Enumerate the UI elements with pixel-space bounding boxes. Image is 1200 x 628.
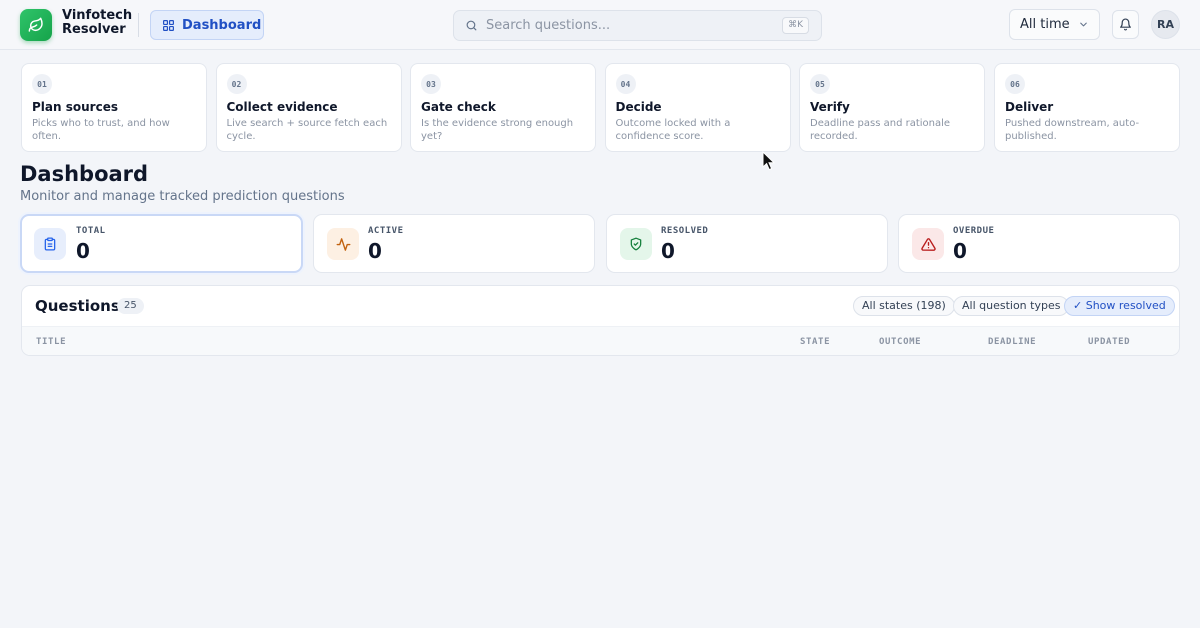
step-card-decide: 04 Decide Outcome locked with a confiden… — [604, 63, 791, 152]
stat-label: OVERDUE — [953, 226, 995, 236]
leaf-icon — [28, 17, 43, 32]
activity-icon — [336, 237, 350, 251]
step-number: 05 — [810, 74, 830, 94]
step-number: 03 — [421, 74, 441, 94]
header-divider — [138, 13, 139, 37]
questions-table-header: TITLE STATE OUTCOME DEADLINE UPDATED — [22, 326, 1179, 355]
stat-label: ACTIVE — [368, 226, 404, 236]
top-bar: Vinfotech Resolver Dashboard ⌘K All time… — [0, 0, 1200, 50]
step-description: Picks who to trust, and how often. — [32, 118, 170, 142]
search-icon — [466, 20, 477, 31]
questions-title: Questions — [35, 297, 120, 315]
step-title: Deliver — [1005, 100, 1054, 114]
filter-question-types[interactable]: All question types — [953, 296, 1070, 316]
stat-card-resolved[interactable]: RESOLVED 0 — [606, 214, 888, 273]
step-title: Verify — [810, 100, 850, 114]
questions-panel: Questions 25 All states (198) All questi… — [21, 285, 1180, 356]
app-name-line1: Vinfotech — [62, 8, 133, 23]
stat-icon-tile — [620, 228, 652, 260]
column-header-state[interactable]: STATE — [800, 337, 830, 347]
user-avatar[interactable]: RA — [1151, 10, 1180, 39]
time-range-select[interactable]: All time — [1009, 9, 1100, 40]
alert-triangle-icon — [920, 237, 936, 251]
column-header-title[interactable]: TITLE — [36, 337, 66, 347]
step-number: 04 — [615, 74, 636, 94]
stat-icon-tile — [327, 228, 359, 260]
nav-dashboard-button[interactable]: Dashboard — [150, 10, 264, 40]
stat-label: RESOLVED — [661, 226, 709, 236]
stat-icon-tile — [34, 228, 66, 260]
page-subtitle: Monitor and manage tracked prediction qu… — [20, 189, 345, 204]
stat-value: 0 — [368, 239, 382, 263]
mouse-pointer-icon — [762, 151, 776, 171]
step-description: Deadline pass and rationale recorded. — [810, 118, 951, 142]
shield-check-icon — [630, 237, 642, 251]
step-number: 06 — [1005, 74, 1025, 94]
step-description: Outcome locked with a confidence score. — [615, 118, 731, 142]
column-header-updated[interactable]: UPDATED — [1088, 337, 1130, 347]
step-card-collect-evidence: 02 Collect evidence Live search + source… — [215, 63, 402, 152]
chevron-down-icon — [1080, 22, 1087, 27]
stat-value: 0 — [661, 239, 675, 263]
time-range-value: All time — [1020, 17, 1070, 32]
questions-count-badge: 25 — [117, 298, 144, 314]
notifications-button[interactable] — [1112, 10, 1139, 39]
step-title: Gate check — [421, 100, 496, 114]
step-number: 02 — [226, 74, 247, 94]
filter-show-resolved-toggle[interactable]: ✓ Show resolved — [1064, 296, 1175, 316]
column-header-outcome[interactable]: OUTCOME — [879, 337, 921, 347]
pipeline-steps: 01 Plan sources Picks who to trust, and … — [21, 63, 1180, 152]
app-logo[interactable] — [20, 9, 52, 41]
stat-card-overdue[interactable]: OVERDUE 0 — [898, 214, 1180, 273]
step-title: Decide — [615, 100, 662, 114]
stat-label: TOTAL — [76, 226, 106, 236]
step-card-plan-sources: 01 Plan sources Picks who to trust, and … — [21, 63, 207, 152]
app-name: Vinfotech Resolver — [62, 9, 142, 37]
step-card-deliver: 06 Deliver Pushed downstream, auto-publi… — [994, 63, 1180, 152]
nav-dashboard-label: Dashboard — [182, 17, 262, 33]
filter-states[interactable]: All states (198) — [853, 296, 955, 316]
column-header-deadline[interactable]: DEADLINE — [988, 337, 1036, 347]
step-description: Pushed downstream, auto-published. — [1005, 118, 1140, 142]
grid-icon — [163, 19, 174, 31]
bell-icon — [1120, 18, 1131, 31]
step-card-verify: 05 Verify Deadline pass and rationale re… — [799, 63, 985, 152]
page-title: Dashboard — [20, 162, 149, 186]
search-shortcut-badge: ⌘K — [782, 17, 809, 34]
app-name-line2: Resolver — [62, 22, 126, 37]
step-description: Live search + source fetch each cycle. — [226, 118, 388, 142]
stat-value: 0 — [76, 239, 90, 263]
step-description: Is the evidence strong enough yet? — [421, 118, 574, 142]
search-box[interactable]: ⌘K — [453, 10, 822, 41]
stat-value: 0 — [953, 239, 967, 263]
stat-card-active[interactable]: ACTIVE 0 — [313, 214, 595, 273]
step-number: 01 — [32, 74, 52, 94]
clipboard-icon — [44, 237, 56, 251]
step-title: Collect evidence — [226, 100, 338, 114]
stat-icon-tile — [912, 228, 944, 260]
step-card-gate-check: 03 Gate check Is the evidence strong eno… — [410, 63, 596, 152]
step-title: Plan sources — [32, 100, 118, 114]
stat-card-total[interactable]: TOTAL 0 — [20, 214, 303, 273]
search-input[interactable] — [486, 18, 821, 33]
